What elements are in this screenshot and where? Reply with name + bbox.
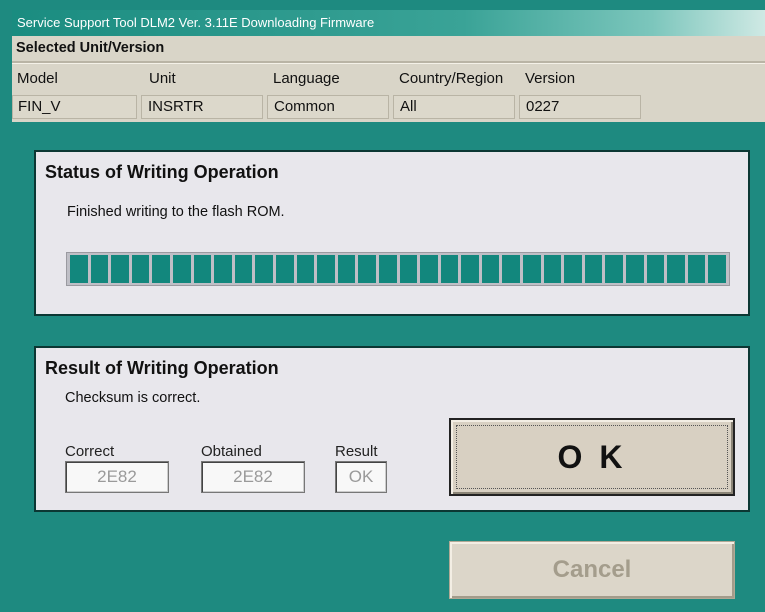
value-model: FIN_V [12,95,137,119]
correct-label: Correct [65,443,115,460]
value-version: 0227 [519,95,641,119]
progress-segment [626,255,644,283]
progress-segment [317,255,335,283]
value-unit: INSRTR [141,95,263,119]
progress-segment [131,255,150,283]
progress-segment [502,255,521,283]
progress-segment [358,255,376,283]
progress-segment [90,255,109,283]
progress-segment [70,255,88,283]
progress-segment [667,255,685,283]
status-title: Status of Writing Operation [45,162,279,182]
header-country-region: Country/Region [399,70,504,87]
progress-segment [461,255,479,283]
progress-segment [296,255,315,283]
progress-segment [275,255,294,283]
progress-segment [481,255,500,283]
value-country-region: All [393,95,515,119]
result-title: Result of Writing Operation [45,358,279,378]
progress-segment [646,255,665,283]
result-value-field: OK [335,461,387,493]
header-unit: Unit [149,70,176,87]
progress-segment [708,255,726,283]
progress-segment [111,255,129,283]
progress-segment [255,255,273,283]
status-panel: Status of Writing Operation Finished wri… [34,150,750,316]
value-language: Common [267,95,389,119]
ok-button[interactable]: O K [449,418,735,496]
progress-segment [193,255,212,283]
progress-segment [337,255,356,283]
progress-segment [378,255,397,283]
progress-segment [172,255,191,283]
progress-segment [214,255,232,283]
progress-bar [66,252,730,286]
selected-unit-panel: Selected Unit/Version Model Unit Languag… [12,36,765,122]
progress-segment [399,255,418,283]
progress-segment [440,255,459,283]
progress-segment [234,255,253,283]
obtained-label: Obtained [201,443,262,460]
obtained-value-field: 2E82 [201,461,305,493]
correct-value-field: 2E82 [65,461,169,493]
progress-segment [687,255,706,283]
header-model: Model [17,70,58,87]
progress-segment [523,255,541,283]
progress-segment [564,255,582,283]
result-message: Checksum is correct. [65,390,201,406]
progress-segment [543,255,562,283]
progress-segment [584,255,603,283]
window-title: Service Support Tool DLM2 Ver. 3.11E Dow… [17,15,375,30]
header-version: Version [525,70,576,87]
progress-segment [605,255,624,283]
cancel-button[interactable]: Cancel [449,541,735,599]
window-titlebar: Service Support Tool DLM2 Ver. 3.11E Dow… [12,10,765,36]
header-language: Language [273,70,340,87]
progress-segment [420,255,438,283]
progress-segment [152,255,170,283]
divider [12,61,765,64]
selected-unit-title: Selected Unit/Version [16,40,165,56]
status-message: Finished writing to the flash ROM. [67,204,285,220]
result-label: Result [335,443,378,460]
